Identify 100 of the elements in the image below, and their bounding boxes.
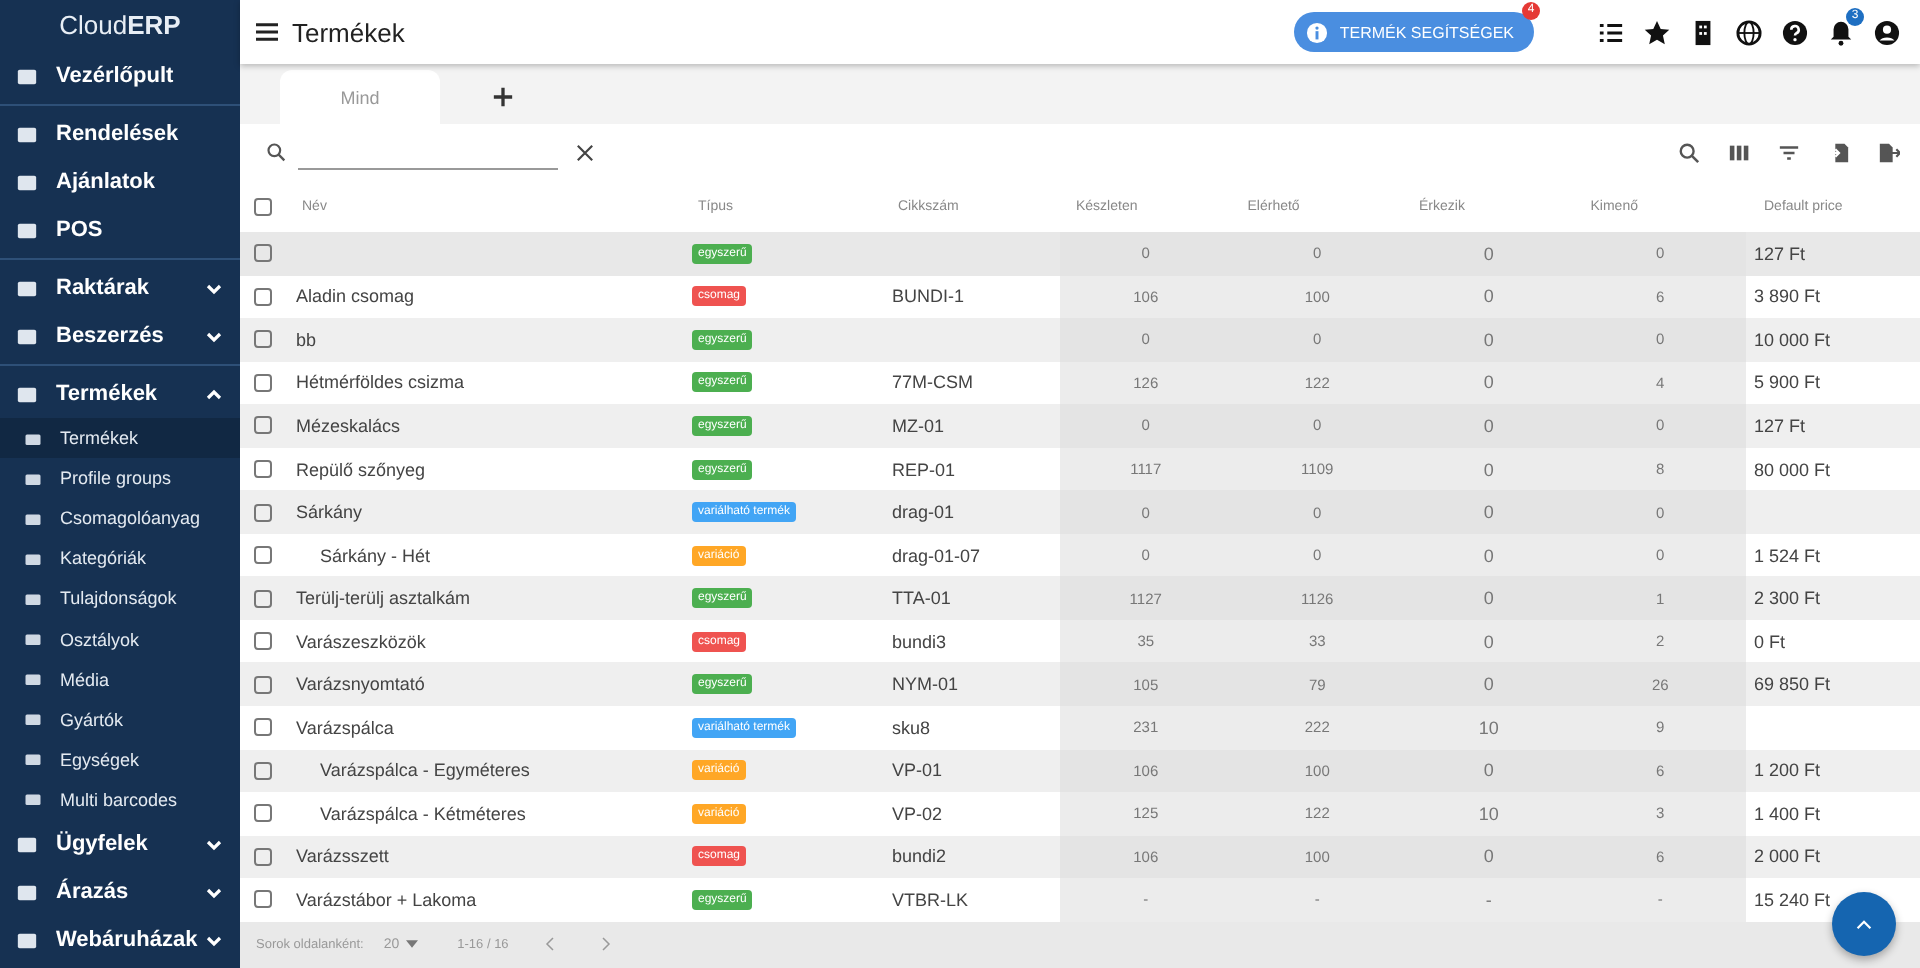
globe-icon[interactable]	[1736, 19, 1762, 45]
building-icon[interactable]	[1690, 19, 1716, 45]
submenu-icon	[24, 429, 42, 448]
quantity: 0	[1483, 459, 1494, 479]
product-name: Sárkány - Hét	[320, 545, 431, 566]
sidebar-subitem[interactable]: Gyártók	[0, 699, 240, 740]
sidebar-item[interactable]: Beszerzés	[0, 312, 240, 361]
sidebar-subitem[interactable]: Egységek	[0, 739, 240, 780]
search-icon[interactable]	[1678, 141, 1700, 163]
sku: REP-01	[892, 459, 956, 479]
price: 15 240 Ft	[1754, 889, 1831, 910]
sidebar-subitem[interactable]: Multi barcodes	[0, 779, 240, 820]
row-checkbox[interactable]	[254, 503, 272, 522]
product-name: Varázspálca - Kétméteres	[320, 803, 526, 824]
quantity: 0	[1483, 545, 1494, 566]
row-checkbox[interactable]	[254, 546, 272, 565]
row-checkbox[interactable]	[254, 804, 272, 823]
sidebar-subitem[interactable]: Csomagolóanyag	[0, 498, 240, 539]
sidebar-item[interactable]: Árazás	[0, 868, 240, 916]
quantity: 0	[1483, 674, 1494, 695]
price: 10 000 Ft	[1754, 329, 1831, 350]
sidebar-item[interactable]: Webáruházak	[0, 916, 240, 964]
sku: bundi3	[892, 631, 947, 652]
product-name: Varázspálca - Egyméteres	[320, 760, 530, 781]
sku: MZ-01	[892, 415, 945, 436]
sidebar-item[interactable]: POS	[0, 206, 240, 255]
product-name: Varázsszett	[296, 846, 389, 867]
submenu-icon	[24, 790, 42, 809]
sku: bundi2	[892, 846, 947, 867]
menu-item-icon	[16, 277, 38, 300]
sku: BUNDI-1	[892, 286, 965, 307]
next-page-icon[interactable]	[600, 936, 613, 953]
caret-up-icon	[1856, 919, 1872, 929]
row-checkbox[interactable]	[254, 632, 272, 651]
select-all-checkbox[interactable]	[254, 197, 272, 215]
price: 2 300 Ft	[1754, 588, 1821, 609]
row-checkbox[interactable]	[254, 675, 272, 694]
row-checkbox[interactable]	[254, 460, 272, 478]
quantity: 0	[1483, 846, 1494, 867]
quantity: 0	[1483, 760, 1494, 781]
submenu-icon	[24, 750, 42, 769]
menu-icon[interactable]	[256, 22, 278, 42]
menu-item-icon	[16, 219, 38, 242]
sidebar-subitem[interactable]: Média	[0, 659, 240, 700]
sidebar-item[interactable]: Ügyfelek	[0, 820, 240, 868]
row-checkbox[interactable]	[254, 589, 272, 608]
product-name: Repülő szőnyeg	[296, 459, 426, 479]
quantity: 0	[1483, 502, 1494, 523]
account-icon[interactable]	[1874, 19, 1900, 45]
product-name: Varázstábor + Lakoma	[296, 889, 477, 910]
row-checkbox[interactable]	[254, 244, 272, 263]
columns-icon[interactable]	[1728, 141, 1750, 163]
submenu-icon	[24, 509, 42, 528]
quantity: 10	[1478, 717, 1499, 738]
sidebar-item[interactable]: Vezérlőpult	[0, 52, 240, 101]
sidebar-item[interactable]: Termékek	[0, 370, 240, 419]
caret-icon	[405, 940, 418, 949]
star-icon[interactable]	[1644, 19, 1670, 45]
price: 3 890 Ft	[1754, 286, 1821, 307]
quantity: 0	[1483, 243, 1494, 264]
row-checkbox[interactable]	[254, 287, 272, 306]
row-checkbox[interactable]	[254, 761, 272, 780]
export-icon[interactable]	[1878, 141, 1900, 163]
menu-item-icon	[16, 833, 38, 855]
price: 80 000 Ft	[1754, 459, 1831, 479]
sidebar-item[interactable]: Raktárak	[0, 264, 240, 313]
price: 1 200 Ft	[1754, 760, 1821, 781]
row-checkbox[interactable]	[254, 330, 272, 349]
page-title: Termékek	[292, 17, 405, 47]
product-name: Varázspálca	[296, 717, 394, 738]
row-checkbox[interactable]	[254, 847, 272, 866]
previous-page-icon[interactable]	[544, 936, 557, 953]
row-checkbox[interactable]	[254, 718, 272, 737]
sidebar-subitem[interactable]: Termékek	[0, 418, 240, 459]
bell-icon[interactable]	[1828, 19, 1854, 45]
submenu-icon	[24, 589, 42, 608]
price: 2 000 Ft	[1754, 846, 1821, 867]
clear-icon[interactable]	[576, 143, 594, 161]
product-name: Varázsnyomtató	[296, 674, 425, 695]
price: 5 900 Ft	[1754, 372, 1821, 393]
price: 0 Ft	[1754, 631, 1786, 652]
sidebar-item[interactable]: Ajánlatok	[0, 158, 240, 207]
add-tab-icon[interactable]	[492, 86, 514, 108]
row-checkbox[interactable]	[254, 416, 272, 435]
row-checkbox[interactable]	[254, 890, 272, 909]
quantity: -	[1485, 889, 1492, 910]
sku: VP-01	[892, 760, 943, 781]
filter-icon[interactable]	[1778, 141, 1800, 163]
row-checkbox[interactable]	[254, 373, 272, 392]
quantity: 0	[1483, 329, 1494, 350]
checklist-icon[interactable]	[1598, 19, 1624, 45]
sidebar-subitem[interactable]: Tulajdonságok	[0, 578, 240, 620]
search-icon	[266, 142, 286, 162]
sidebar-subitem[interactable]: Osztályok	[0, 619, 240, 660]
quantity: 0	[1483, 631, 1494, 652]
sidebar-subitem[interactable]: Kategóriák	[0, 538, 240, 579]
price: 127 Ft	[1754, 415, 1806, 436]
sidebar-subitem[interactable]: Profile groups	[0, 458, 240, 499]
help-icon[interactable]	[1782, 19, 1808, 45]
sidebar-item[interactable]: Rendelések	[0, 110, 240, 159]
